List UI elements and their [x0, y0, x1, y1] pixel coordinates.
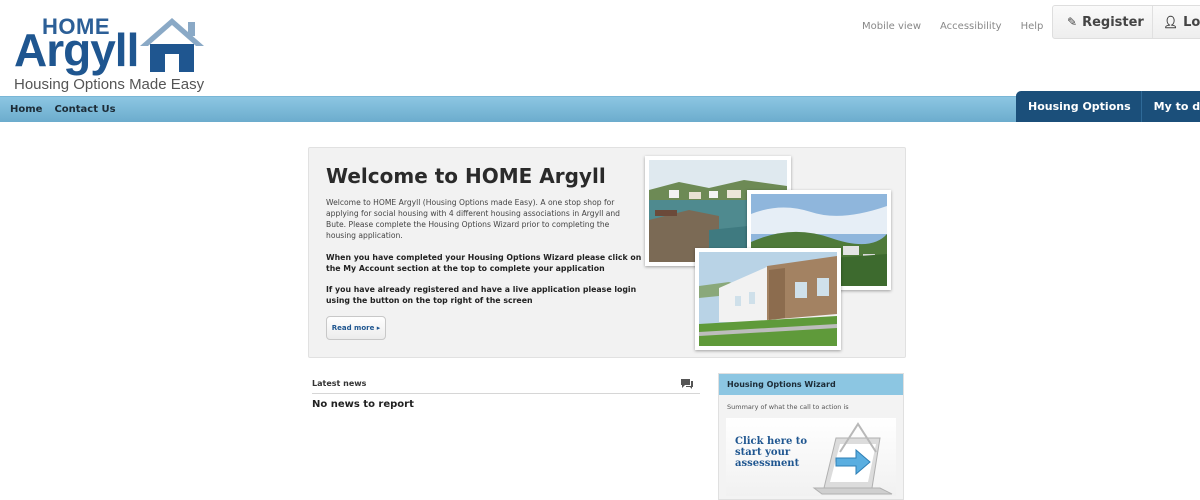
- logo-argyll-text: Argyll: [14, 24, 139, 76]
- login-label: Login: [1183, 14, 1200, 30]
- home-argyll-logo[interactable]: HOME Argyll Housing Options Made Easy: [12, 12, 212, 93]
- login-button[interactable]: 👤︎ Login: [1151, 6, 1200, 38]
- nav-tab-housing-options[interactable]: Housing Options: [1016, 91, 1141, 122]
- housing-options-wizard-box: Housing Options Wizard Summary of what t…: [718, 373, 904, 500]
- welcome-panel: Welcome to HOME Argyll Welcome to HOME A…: [308, 147, 906, 358]
- welcome-instruction-login: If you have already registered and have …: [326, 285, 637, 305]
- welcome-title: Welcome to HOME Argyll: [326, 164, 606, 188]
- read-more-button[interactable]: Read more ▸: [326, 316, 386, 340]
- houses-photo: [695, 248, 841, 350]
- latest-news-section: Latest news No news to report: [312, 374, 700, 410]
- news-title: Latest news: [312, 379, 367, 388]
- welcome-instruction-wizard: When you have completed your Housing Opt…: [326, 253, 642, 273]
- main-nav-bar: Home Contact Us Housing Options My to do…: [0, 91, 1200, 122]
- cta-line-2: start your: [735, 447, 791, 458]
- nav-right-menu: Housing Options My to do list: [1016, 91, 1200, 122]
- start-assessment-text: Click here to start your assessment: [735, 436, 815, 469]
- register-button[interactable]: ✎ Register: [1053, 6, 1152, 38]
- accessibility-link[interactable]: Accessibility: [940, 21, 1002, 32]
- wizard-summary: Summary of what the call to action is: [727, 403, 849, 411]
- nav-left-menu: Home Contact Us: [0, 97, 126, 121]
- cta-line-1: Click here to: [735, 436, 808, 447]
- nav-item-home[interactable]: Home: [10, 104, 42, 115]
- nav-tab-my-to-do-list[interactable]: My to do list: [1140, 91, 1200, 122]
- news-empty-message: No news to report: [312, 399, 414, 410]
- laptop-house-arrow-icon: [812, 422, 893, 495]
- chat-icon[interactable]: [680, 378, 694, 390]
- auth-buttons: ✎ Register 👤︎ Login: [1052, 5, 1200, 39]
- welcome-intro: Welcome to HOME Argyll (Housing Options …: [326, 198, 620, 240]
- cta-line-3: assessment: [735, 458, 800, 469]
- nav-item-contact-us[interactable]: Contact Us: [54, 104, 115, 115]
- pencil-icon: ✎: [1067, 15, 1078, 29]
- news-header: Latest news: [312, 374, 700, 394]
- house-logo-icon: [140, 18, 204, 72]
- wizard-title: Housing Options Wizard: [719, 374, 903, 395]
- help-link[interactable]: Help: [1021, 21, 1044, 32]
- register-label: Register: [1082, 14, 1144, 30]
- user-icon: 👤︎: [1162, 15, 1179, 29]
- mobile-view-link[interactable]: Mobile view: [862, 21, 921, 32]
- logo-tagline: Housing Options Made Easy: [14, 76, 205, 93]
- start-assessment-button[interactable]: Click here to start your assessment: [726, 418, 896, 496]
